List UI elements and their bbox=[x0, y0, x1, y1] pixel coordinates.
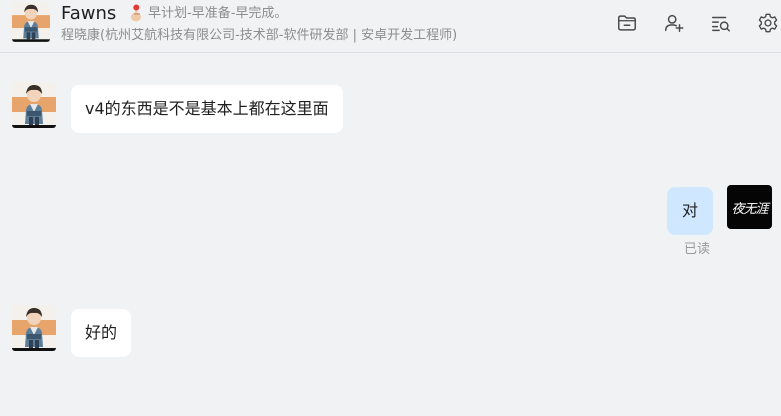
files-button[interactable] bbox=[615, 11, 639, 35]
add-member-button[interactable] bbox=[662, 11, 686, 35]
self-avatar[interactable]: 夜无涯 bbox=[727, 185, 772, 229]
contact-name[interactable]: Fawns bbox=[61, 3, 116, 25]
contact-avatar[interactable] bbox=[12, 82, 56, 128]
settings-button[interactable] bbox=[756, 11, 780, 35]
self-avatar-text: 夜无涯 bbox=[731, 201, 768, 217]
message-bubble-self[interactable]: 对 bbox=[667, 187, 714, 235]
status-text: 早计划-早准备-早完成。 bbox=[148, 6, 288, 21]
folder-icon bbox=[618, 15, 636, 31]
gear-icon bbox=[758, 13, 778, 33]
status-emoji-icon bbox=[128, 4, 144, 22]
message-bubble[interactable]: 好的 bbox=[71, 309, 132, 357]
read-status: 已读 bbox=[684, 242, 711, 257]
search-list-icon bbox=[712, 16, 730, 32]
contact-avatar[interactable] bbox=[12, 305, 56, 351]
contact-avatar[interactable] bbox=[12, 2, 50, 42]
search-history-button[interactable] bbox=[709, 11, 733, 35]
chat-header: Fawns 早计划-早准备-早完成。 程晓康(杭州艾航科技有限公司-技术部-软件… bbox=[0, 0, 781, 53]
add-user-icon bbox=[665, 14, 684, 32]
contact-org-info: 程晓康(杭州艾航科技有限公司-技术部-软件研发部 | 安卓开发工程师) bbox=[61, 28, 458, 43]
message-bubble[interactable]: v4的东西是不是基本上都在这里面 bbox=[71, 85, 343, 133]
